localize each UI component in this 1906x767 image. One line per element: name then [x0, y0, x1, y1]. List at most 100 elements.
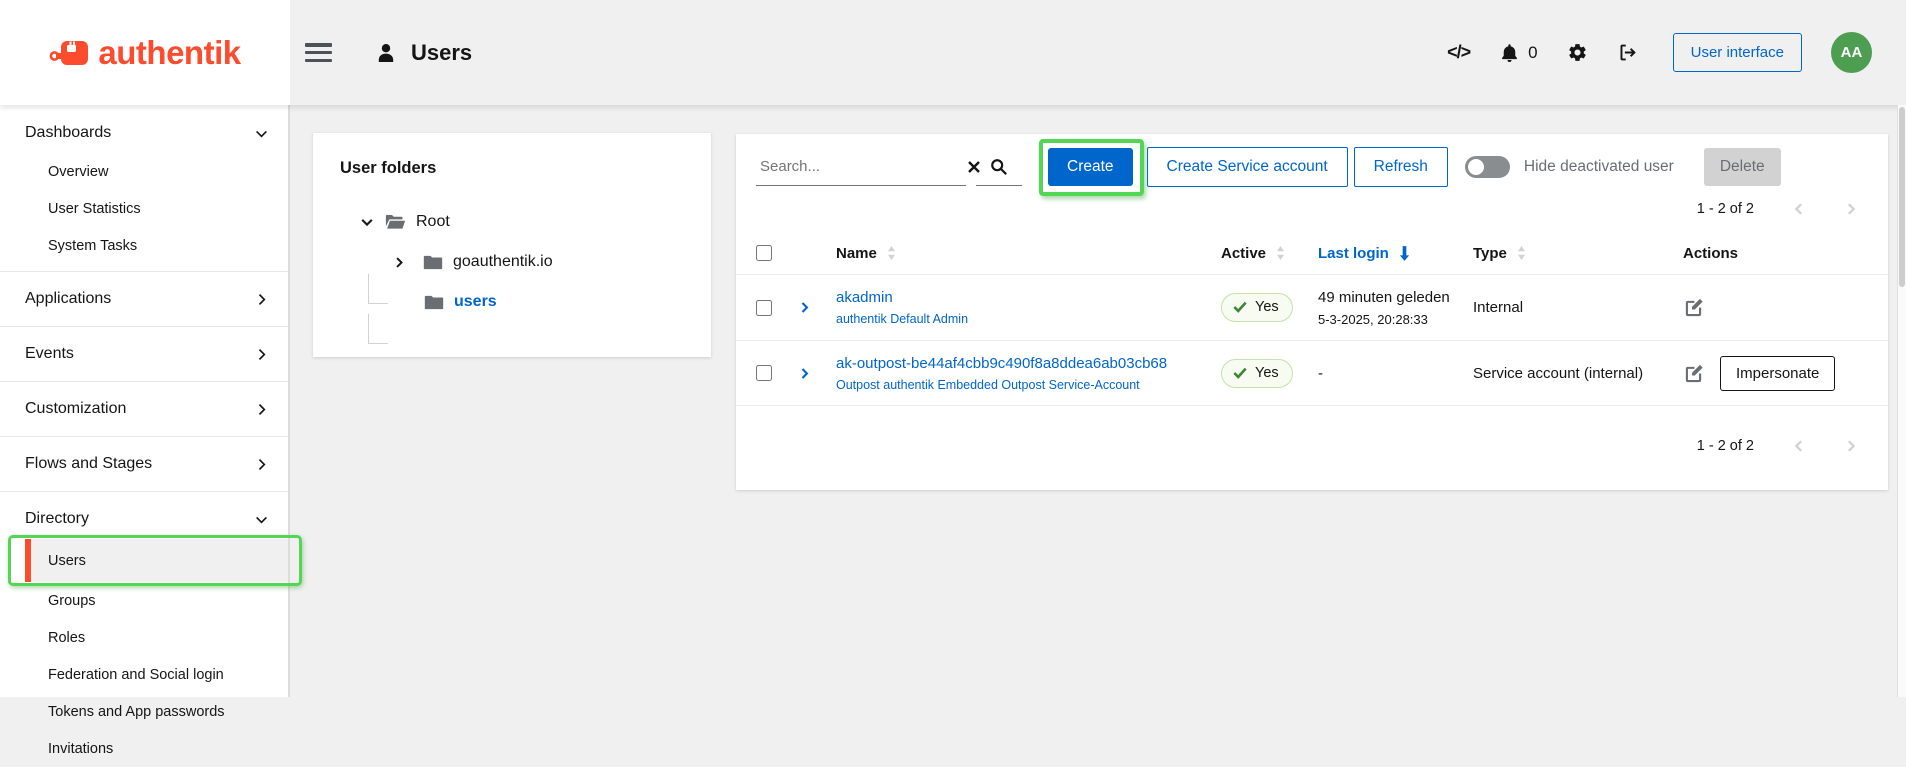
user-icon	[374, 41, 398, 65]
active-cell: Yes	[1221, 359, 1318, 388]
sidebar-item-federation[interactable]: Federation and Social login	[0, 656, 288, 693]
sidebar-item-directory[interactable]: Directory	[0, 499, 288, 539]
gear-icon	[1567, 42, 1588, 63]
sidebar-item-users[interactable]: Users	[25, 539, 288, 582]
logout-button[interactable]	[1617, 42, 1638, 63]
column-header-last-login[interactable]: Last login	[1318, 245, 1473, 262]
app-header: authentik Users </> 0	[0, 0, 1906, 105]
user-folders-title: User folders	[313, 133, 711, 178]
table-row: akadmin authentik Default Admin Yes 49 m…	[736, 274, 1888, 340]
user-name-cell: ak-outpost-be44af4cbb9c490f8a8ddea6ab03c…	[836, 355, 1221, 392]
column-header-actions: Actions	[1683, 245, 1888, 262]
row-checkbox[interactable]	[756, 365, 772, 381]
pagination-bottom: 1 - 2 of 2	[736, 406, 1888, 486]
chevron-right-icon	[255, 403, 268, 416]
impersonate-button[interactable]: Impersonate	[1720, 356, 1835, 391]
create-button[interactable]: Create	[1048, 148, 1133, 186]
tree-item-root[interactable]: Root	[360, 202, 711, 242]
sidebar-item-customization[interactable]: Customization	[0, 389, 288, 429]
tree-item-users-folder[interactable]: users	[360, 282, 711, 322]
user-description[interactable]: Outpost authentik Embedded Outpost Servi…	[836, 378, 1140, 392]
last-login-relative: 49 minuten geleden	[1318, 289, 1473, 306]
select-all-checkbox[interactable]	[756, 245, 772, 261]
column-header-type[interactable]: Type	[1473, 245, 1683, 262]
sort-icon	[1517, 246, 1526, 260]
chevron-right-icon	[798, 301, 811, 314]
column-header-active[interactable]: Active	[1221, 245, 1318, 262]
search-submit-button[interactable]	[976, 148, 1022, 186]
notifications-button[interactable]: 0	[1499, 42, 1537, 64]
edit-icon	[1683, 363, 1704, 384]
last-login-relative: -	[1318, 365, 1473, 382]
chevron-right-icon	[1844, 202, 1858, 216]
column-header-name[interactable]: Name	[836, 245, 1221, 262]
divider	[0, 326, 288, 327]
user-description[interactable]: authentik Default Admin	[836, 312, 968, 326]
chevron-right-icon[interactable]	[393, 256, 406, 269]
search-input[interactable]	[756, 158, 959, 175]
chevron-down-icon	[255, 513, 268, 526]
sidebar-item-flows-and-stages[interactable]: Flows and Stages	[0, 444, 288, 484]
sidebar-item-groups[interactable]: Groups	[0, 582, 288, 619]
logo[interactable]: authentik	[0, 0, 290, 105]
edit-user-button[interactable]	[1683, 363, 1704, 384]
chevron-left-icon	[1792, 202, 1806, 216]
header-bar: Users </> 0 User interface AA	[290, 0, 1906, 105]
pagination-next-button[interactable]	[1844, 202, 1858, 216]
sidebar-item-overview[interactable]: Overview	[0, 153, 288, 190]
user-type: Service account (internal)	[1473, 365, 1683, 382]
tree-item-goauthentik[interactable]: goauthentik.io	[360, 242, 711, 282]
page-title: Users	[411, 40, 472, 66]
pagination-range: 1 - 2 of 2	[1697, 201, 1754, 217]
chevron-down-icon[interactable]	[360, 215, 374, 229]
search-box	[756, 148, 966, 186]
hide-deactivated-toggle[interactable]	[1465, 156, 1510, 178]
delete-button[interactable]: Delete	[1704, 148, 1781, 186]
pagination-prev-button[interactable]	[1792, 202, 1806, 216]
expand-row-button[interactable]	[798, 301, 836, 314]
api-code-icon[interactable]: </>	[1447, 42, 1470, 63]
user-folders-panel: User folders Root goauthentik.io	[313, 133, 711, 357]
sidebar-item-invitations[interactable]: Invitations	[0, 730, 288, 767]
user-link[interactable]: ak-outpost-be44af4cbb9c490f8a8ddea6ab03c…	[836, 355, 1167, 372]
row-checkbox[interactable]	[756, 300, 772, 316]
pagination-next-button[interactable]	[1844, 439, 1858, 453]
user-name-cell: akadmin authentik Default Admin	[836, 289, 1221, 326]
user-interface-button[interactable]: User interface	[1673, 33, 1802, 72]
table-row: ak-outpost-be44af4cbb9c490f8a8ddea6ab03c…	[736, 340, 1888, 406]
chevron-right-icon	[798, 367, 811, 380]
user-type: Internal	[1473, 299, 1683, 316]
hamburger-menu-icon[interactable]	[305, 43, 332, 62]
sidebar-item-events[interactable]: Events	[0, 334, 288, 374]
chevron-right-icon	[255, 458, 268, 471]
pagination-prev-button[interactable]	[1792, 439, 1806, 453]
sidebar-item-roles[interactable]: Roles	[0, 619, 288, 656]
active-cell: Yes	[1221, 293, 1318, 322]
last-login-cell: 49 minuten geleden 5-3-2025, 20:28:33	[1318, 289, 1473, 327]
user-link[interactable]: akadmin	[836, 289, 893, 306]
chevron-left-icon	[1792, 439, 1806, 453]
avatar[interactable]: AA	[1831, 32, 1872, 73]
settings-button[interactable]	[1567, 42, 1588, 63]
status-badge: Yes	[1221, 293, 1293, 322]
sort-icon	[887, 246, 896, 260]
page-title-group: Users	[374, 40, 472, 66]
sidebar-item-tokens[interactable]: Tokens and App passwords	[0, 693, 288, 730]
sidebar-item-applications[interactable]: Applications	[0, 279, 288, 319]
vertical-scrollbar[interactable]	[1897, 105, 1906, 697]
scrollbar-thumb[interactable]	[1899, 107, 1905, 287]
check-icon	[1233, 367, 1247, 379]
create-service-account-button[interactable]: Create Service account	[1147, 147, 1348, 187]
toggle-knob	[1468, 159, 1484, 175]
tree-item-label-selected: users	[454, 293, 497, 311]
refresh-button[interactable]: Refresh	[1354, 147, 1448, 187]
sidebar-item-system-tasks[interactable]: System Tasks	[0, 227, 288, 264]
expand-row-button[interactable]	[798, 367, 836, 380]
sidebar-item-dashboards[interactable]: Dashboards	[0, 113, 288, 153]
folder-tree: Root goauthentik.io users	[313, 202, 711, 322]
sidebar-item-user-statistics[interactable]: User Statistics	[0, 190, 288, 227]
edit-user-button[interactable]	[1683, 297, 1704, 318]
hide-deactivated-label: Hide deactivated user	[1524, 158, 1674, 176]
last-login-timestamp: 5-3-2025, 20:28:33	[1318, 312, 1473, 327]
sign-out-icon	[1617, 42, 1638, 63]
